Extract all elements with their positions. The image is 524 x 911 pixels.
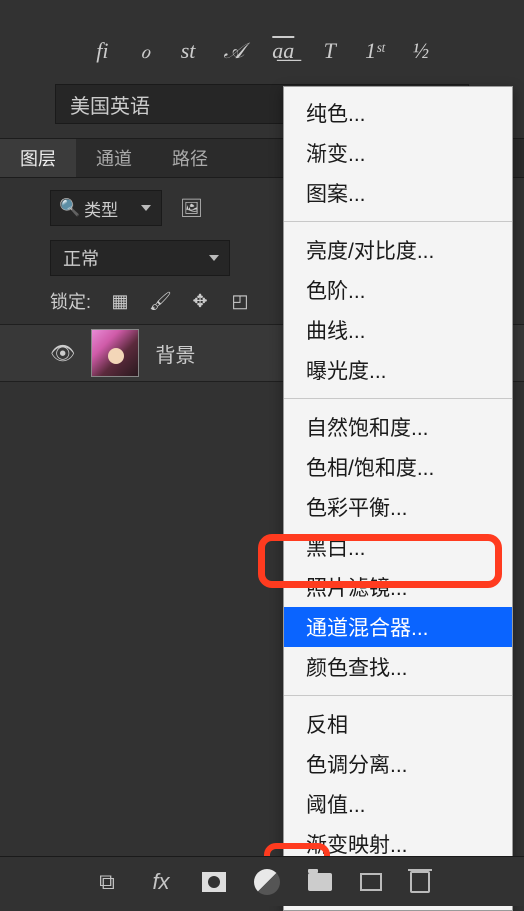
tab-layers[interactable]: 图层 (0, 139, 76, 177)
trash-icon[interactable] (410, 871, 430, 893)
filter-pixel-icon[interactable]: 🖼 (180, 198, 203, 219)
lock-transparency-icon[interactable]: ▦ (109, 291, 131, 312)
layer-thumbnail[interactable] (91, 329, 139, 377)
menu-item-19[interactable]: 阈值... (284, 784, 512, 824)
language-value: 美国英语 (70, 90, 150, 119)
lock-position-icon[interactable]: ✥ (189, 291, 211, 312)
link-icon[interactable]: ⧉ (94, 869, 120, 895)
typography-options-row-2: fi ℴ st 𝒜 a͟a͟ T 1ˢᵗ ½ (0, 30, 524, 78)
adjustment-layer-menu: 纯色...渐变...图案... 亮度/对比度...色阶...曲线...曝光度...… (283, 86, 513, 911)
menu-item-11[interactable]: 色彩平衡... (284, 487, 512, 527)
titling-icon[interactable]: 𝒜 (223, 38, 244, 64)
layer-name-label: 背景 (155, 339, 195, 368)
fx-icon[interactable]: fx (148, 869, 174, 895)
menu-item-12[interactable]: 黑白... (284, 527, 512, 567)
stylistic-icon[interactable]: st (181, 38, 196, 64)
menu-item-5[interactable]: 色阶... (284, 270, 512, 310)
lock-artboard-icon[interactable]: ◰ (229, 291, 251, 312)
new-layer-icon[interactable] (360, 873, 382, 891)
menu-item-0[interactable]: 纯色... (284, 93, 512, 133)
swash-icon[interactable]: ℴ (138, 38, 153, 64)
menu-item-17[interactable]: 反相 (284, 704, 512, 744)
mask-icon[interactable] (202, 872, 226, 892)
menu-item-4[interactable]: 亮度/对比度... (284, 230, 512, 270)
search-icon: 🔍 (59, 198, 80, 218)
blend-mode-value: 正常 (63, 245, 99, 271)
italic-t-icon[interactable]: T (322, 38, 337, 64)
layers-panel-bottom-bar: ⧉ fx (0, 856, 524, 906)
blend-mode-dropdown[interactable]: 正常 (50, 240, 230, 276)
folder-icon[interactable] (308, 873, 332, 891)
layer-type-filter-dropdown[interactable]: 🔍 类型 (50, 190, 162, 226)
lock-label: 锁定: (50, 288, 91, 314)
menu-item-9[interactable]: 自然饱和度... (284, 407, 512, 447)
fraction-icon[interactable]: ½ (412, 38, 429, 64)
filter-type-label: 类型 (84, 196, 118, 221)
menu-item-13[interactable]: 照片滤镜... (284, 567, 512, 607)
menu-separator (284, 695, 512, 696)
menu-item-15[interactable]: 颜色查找... (284, 647, 512, 687)
menu-item-2[interactable]: 图案... (284, 173, 512, 213)
visibility-toggle-icon[interactable]: 👁 (50, 341, 75, 366)
menu-item-7[interactable]: 曝光度... (284, 350, 512, 390)
menu-separator (284, 398, 512, 399)
menu-item-10[interactable]: 色相/饱和度... (284, 447, 512, 487)
menu-item-6[interactable]: 曲线... (284, 310, 512, 350)
menu-item-1[interactable]: 渐变... (284, 133, 512, 173)
menu-item-14[interactable]: 通道混合器... (284, 607, 512, 647)
adjustment-layer-icon[interactable] (254, 869, 280, 895)
tab-paths[interactable]: 路径 (152, 139, 228, 177)
typography-options-row-1 (0, 0, 524, 30)
tab-channels[interactable]: 通道 (76, 139, 152, 177)
lock-paint-icon[interactable]: 🖌 (149, 291, 171, 312)
menu-item-18[interactable]: 色调分离... (284, 744, 512, 784)
ligature-icon[interactable]: fi (95, 38, 110, 64)
superscript-icon[interactable]: 1ˢᵗ (365, 38, 384, 64)
ordinals-icon[interactable]: a͟a͟ (272, 38, 294, 64)
menu-separator (284, 221, 512, 222)
